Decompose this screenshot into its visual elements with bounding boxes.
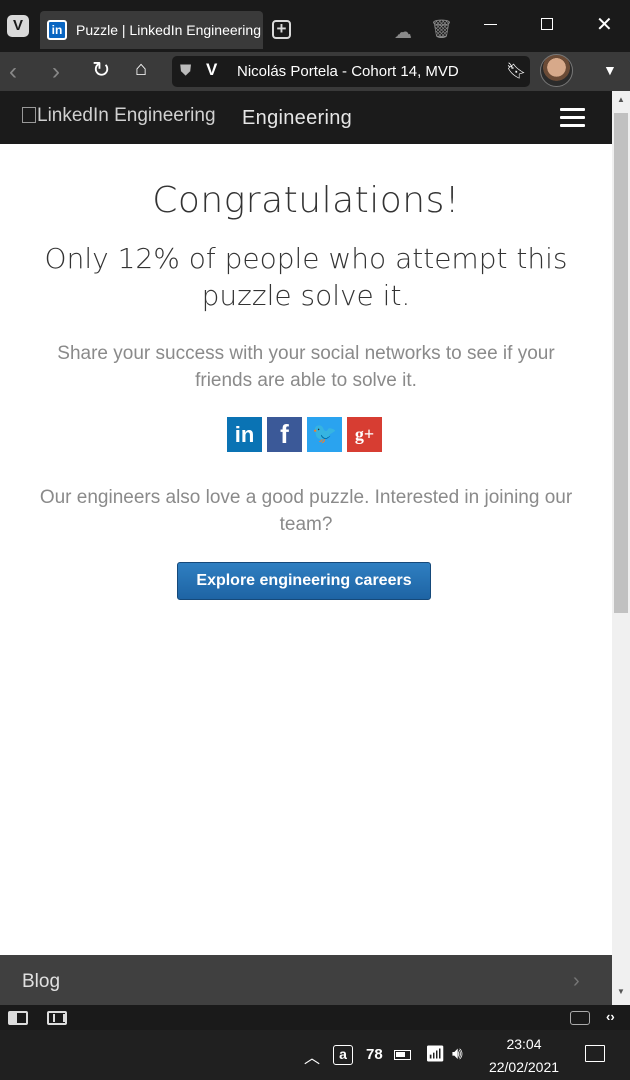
tab-strip: V in Puzzle | LinkedIn Engineering + ☁ 🗑… — [0, 0, 630, 52]
web-page: LinkedIn Engineering Engineering Congrat… — [0, 91, 612, 1005]
browser-status-bar: ‹› — [0, 1005, 630, 1030]
trash-icon[interactable]: 🗑 — [430, 19, 453, 40]
windows-taskbar: ︿ a 78 📶︎ 🔊︎ 23:04 22/02/2021 — [0, 1030, 630, 1080]
clock-date[interactable]: 22/02/2021 — [486, 1059, 562, 1075]
url-text[interactable]: Nicolás Portela - Cohort 14, MVD — [237, 63, 459, 80]
volume-icon[interactable]: 🔊︎ — [452, 1044, 463, 1064]
address-bar: ‹ › ↻ ⌂ ⛊ V Nicolás Portela - Cohort 14,… — [0, 52, 630, 91]
back-arrow-icon[interactable]: ‹ — [9, 58, 17, 86]
site-info-icon[interactable]: V — [206, 60, 217, 80]
wifi-icon[interactable]: 📶︎ — [425, 1044, 445, 1064]
reload-icon[interactable]: ↻ — [92, 57, 110, 83]
tab-title: Puzzle | LinkedIn Engineering — [76, 22, 261, 38]
scroll-down-icon[interactable]: ▼ — [617, 987, 625, 996]
notifications-icon[interactable] — [585, 1045, 605, 1062]
blog-label: Blog — [22, 971, 61, 992]
show-hidden-icons-icon[interactable]: ︿ — [304, 1044, 320, 1068]
linkedin-favicon-icon: in — [47, 20, 67, 40]
facebook-share-icon[interactable]: f — [267, 417, 302, 452]
tab-tiling-icon[interactable] — [47, 1011, 67, 1025]
googleplus-share-icon[interactable]: g+ — [347, 417, 382, 452]
blog-footer-link[interactable]: Blog › — [0, 955, 612, 1005]
amazon-tray-icon[interactable]: a — [333, 1045, 353, 1065]
share-text: Share your success with your social netw… — [57, 343, 555, 391]
twitter-share-icon[interactable]: 🐦 — [307, 417, 342, 452]
home-icon[interactable]: ⌂ — [135, 58, 147, 81]
window-close-icon[interactable]: ✕ — [596, 12, 613, 37]
broken-image-icon — [22, 107, 36, 123]
forward-arrow-icon[interactable]: › — [52, 58, 60, 86]
clock-time[interactable]: 23:04 — [486, 1036, 562, 1052]
profile-avatar[interactable] — [540, 54, 573, 87]
site-name[interactable]: Engineering — [242, 107, 352, 130]
page-title: Congratulations! — [152, 180, 460, 221]
vivaldi-menu-icon[interactable]: V — [7, 15, 29, 37]
logo-alt-text: LinkedIn Engineering — [37, 105, 216, 126]
chevron-right-icon: › — [573, 970, 580, 992]
tab-puzzle[interactable]: in Puzzle | LinkedIn Engineering — [40, 11, 263, 49]
hamburger-menu-icon[interactable] — [560, 108, 585, 128]
linkedin-share-icon[interactable]: in — [227, 417, 262, 452]
shield-icon[interactable]: ⛊ — [180, 62, 191, 79]
scrollbar-thumb[interactable] — [614, 113, 628, 613]
bookmark-icon[interactable]: 🔖︎ — [506, 61, 526, 81]
panel-toggle-icon[interactable] — [8, 1011, 28, 1025]
cloud-sync-icon[interactable]: ☁ — [394, 22, 412, 43]
social-share-buttons: in f 🐦 g+ — [227, 417, 387, 453]
new-tab-icon[interactable]: + — [272, 20, 291, 39]
page-subtitle: Only 12% of people who attempt this puzz… — [44, 242, 568, 312]
chevron-down-icon[interactable]: ▼ — [603, 62, 617, 78]
url-field[interactable]: ⛊ V Nicolás Portela - Cohort 14, MVD 🔖︎ — [172, 56, 530, 87]
join-team-text: Our engineers also love a good puzzle. I… — [39, 487, 573, 535]
window-panel-icon[interactable] — [570, 1011, 590, 1025]
page-actions-icon[interactable]: ‹› — [606, 1009, 615, 1024]
window-maximize-icon[interactable] — [541, 18, 553, 30]
explore-careers-button[interactable]: Explore engineering careers — [177, 562, 431, 600]
scroll-up-icon[interactable]: ▲ — [617, 95, 625, 104]
window-minimize-icon[interactable] — [484, 24, 497, 25]
page-scrollbar[interactable]: ▲ ▼ — [612, 91, 630, 1005]
battery-icon[interactable] — [394, 1050, 411, 1060]
site-header: LinkedIn Engineering Engineering — [0, 91, 612, 144]
tray-counter[interactable]: 78 — [366, 1046, 383, 1063]
linkedin-engineering-logo[interactable]: LinkedIn Engineering — [22, 105, 216, 127]
